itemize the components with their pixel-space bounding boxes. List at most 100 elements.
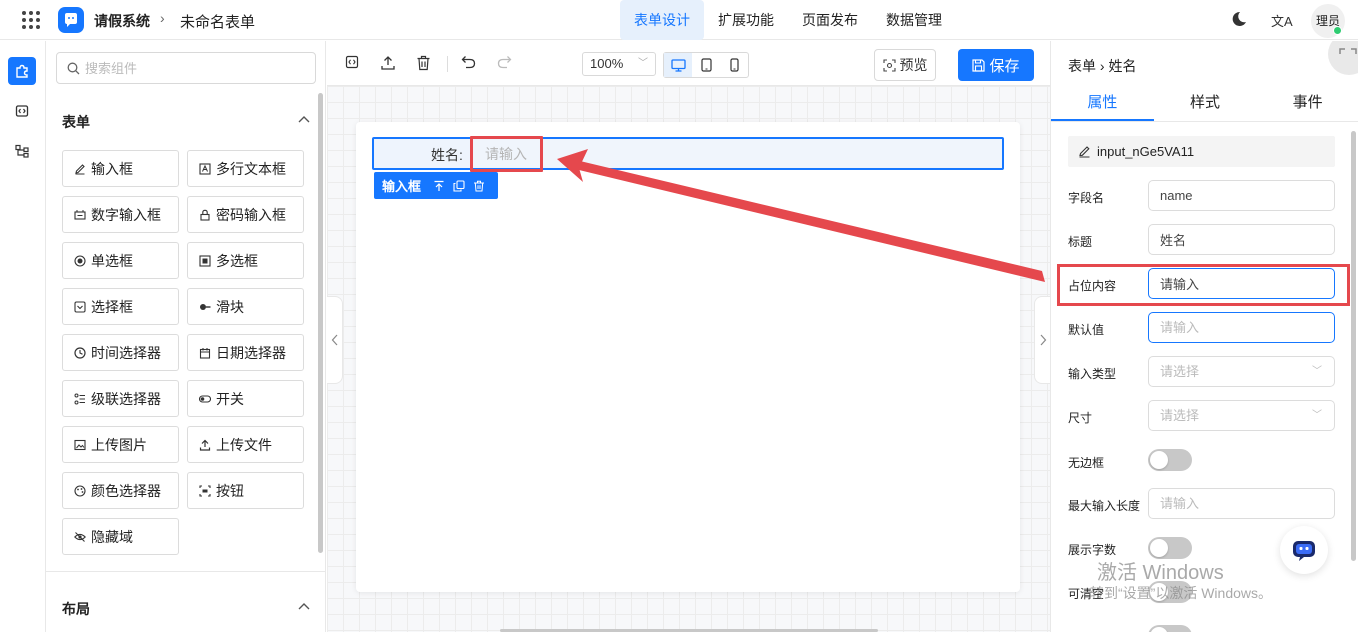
import-icon[interactable] [380,55,396,71]
component-switch-button[interactable]: 开关 [187,380,304,417]
component-checkbox-button[interactable]: 多选框 [187,242,304,279]
default-value-input[interactable] [1148,312,1335,343]
title-input[interactable] [1148,224,1335,255]
tree-structure-icon [15,144,29,158]
component-color-picker-button[interactable]: 颜色选择器 [62,472,179,509]
mobile-icon [729,58,739,72]
rail-components-button[interactable] [8,57,36,85]
max-length-input[interactable] [1148,488,1335,519]
move-to-top-icon[interactable] [433,180,445,192]
chevron-down-icon: ﹀ [1312,410,1322,421]
delete-icon[interactable] [473,180,485,192]
palette-icon [74,484,86,497]
edit-pencil-icon [1079,146,1090,158]
rail-structure-button[interactable] [8,137,36,165]
form-name[interactable]: 未命名表单 [180,11,255,32]
device-mobile-button[interactable] [720,53,748,77]
component-password-input-button[interactable]: 密码输入框 [187,196,304,233]
radio-icon [74,254,86,267]
tab-events[interactable]: 事件 [1256,86,1358,121]
lock-icon [199,209,211,221]
component-cascader-button[interactable]: 级联选择器 [62,380,179,417]
redo-icon[interactable] [497,55,512,69]
collapse-left-panel-button[interactable] [327,296,343,384]
component-textarea-button[interactable]: 多行文本框 [187,150,304,187]
name-field-input[interactable] [473,140,1002,167]
component-label: 日期选择器 [216,344,286,361]
eye-off-icon [74,531,86,543]
rail-code-button[interactable] [8,97,36,125]
component-select-button[interactable]: 选择框 [62,288,179,325]
field-name-input[interactable] [1148,180,1335,211]
chevron-right-icon [1040,334,1046,346]
device-desktop-button[interactable] [664,53,692,77]
next-option-toggle[interactable] [1148,625,1192,632]
chevron-left-icon [331,334,337,346]
component-label: 多行文本框 [216,160,286,177]
tab-extensions[interactable]: 扩展功能 [704,0,788,40]
component-number-input-button[interactable]: 数字输入框 [62,196,179,233]
placeholder-input[interactable] [1148,268,1335,299]
component-radio-button[interactable]: 单选框 [62,242,179,279]
tab-properties[interactable]: 属性 [1051,86,1154,121]
component-search-box[interactable] [56,52,316,84]
group-title-layout[interactable]: 布局 [62,599,90,619]
code-view-icon[interactable] [345,55,359,69]
main-nav-tabs: 表单设计 扩展功能 页面发布 数据管理 [620,0,956,40]
save-button[interactable]: 保存 [958,49,1034,81]
assistant-chat-button[interactable] [1280,526,1328,574]
tab-page-publish[interactable]: 页面发布 [788,0,872,40]
label-input-type: 输入类型 [1068,367,1117,381]
tab-style[interactable]: 样式 [1154,86,1257,121]
size-select[interactable]: 请选择 ﹀ [1148,400,1335,431]
cascader-icon [74,393,86,405]
left-icon-rail [0,41,46,632]
language-translate-icon[interactable]: 文A [1271,11,1293,30]
input-type-select[interactable]: 请选择 ﹀ [1148,356,1335,387]
pencil-icon [74,163,86,175]
collapse-right-panel-button[interactable] [1034,296,1050,384]
component-upload-image-button[interactable]: 上传图片 [62,426,179,463]
app-grid-icon[interactable] [22,11,40,29]
label-no-border: 无边框 [1068,456,1105,470]
component-id: input_nGe5VA11 [1097,144,1195,159]
checkbox-icon [199,254,211,267]
preview-eye-icon [882,58,896,72]
component-button-button[interactable]: 按钮 [187,472,304,509]
tab-form-design[interactable]: 表单设计 [620,0,704,40]
group-title-form[interactable]: 表单 [62,112,90,132]
text-box-icon [199,162,211,175]
chevron-down-icon: ﹀ [1312,366,1322,377]
component-hidden-field-button[interactable]: 隐藏域 [62,518,179,555]
robot-assistant-icon [1293,541,1315,561]
dark-mode-moon-icon[interactable] [1230,11,1247,28]
copy-icon[interactable] [453,179,465,192]
component-input-button[interactable]: 输入框 [62,150,179,187]
no-border-toggle[interactable] [1148,449,1192,471]
device-tablet-button[interactable] [692,53,720,77]
tab-data-management[interactable]: 数据管理 [872,0,956,40]
property-panel-scrollbar[interactable] [1351,131,1356,561]
component-search-input[interactable] [85,58,305,78]
code-icon [15,105,29,117]
undo-icon[interactable] [461,55,476,69]
component-time-picker-button[interactable]: 时间选择器 [62,334,179,371]
component-id-box[interactable]: input_nGe5VA11 [1068,136,1335,167]
component-date-picker-button[interactable]: 日期选择器 [187,334,304,371]
chevron-up-icon[interactable] [298,115,310,125]
preview-button[interactable]: 预览 [874,49,936,81]
search-icon [67,62,80,75]
fullscreen-button[interactable] [1328,41,1358,75]
component-slider-button[interactable]: 滑块 [187,288,304,325]
online-status-dot [1333,26,1342,35]
select-icon [74,300,86,313]
chevron-up-icon[interactable] [298,602,310,612]
app-title[interactable]: 请假系统 [94,11,150,31]
trash-icon[interactable] [416,55,431,71]
label-size: 尺寸 [1068,411,1093,425]
component-label: 密码输入框 [216,206,286,223]
component-panel-scrollbar[interactable] [318,93,323,553]
zoom-select[interactable]: 100% ﹀ [582,52,656,76]
label-default-value: 默认值 [1068,323,1105,337]
component-upload-file-button[interactable]: 上传文件 [187,426,304,463]
